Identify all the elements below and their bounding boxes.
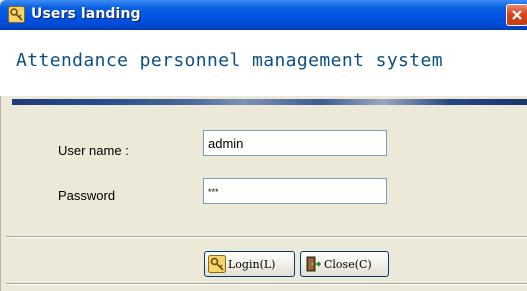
exit-door-icon: [306, 256, 322, 272]
login-window: Users landing Attendance personnel manag…: [0, 0, 527, 291]
username-input[interactable]: [203, 130, 387, 156]
login-button-label: Login(L): [228, 257, 276, 271]
login-button[interactable]: Login(L): [204, 251, 295, 277]
password-input[interactable]: [203, 178, 387, 204]
close-icon: [512, 10, 522, 20]
window-title: Users landing: [31, 6, 141, 22]
app-title: Attendance personnel management system: [16, 50, 444, 71]
key-icon: [208, 255, 226, 273]
username-label: User name :: [58, 143, 129, 158]
banner-stripe: [12, 99, 527, 105]
title-bar[interactable]: Users landing: [0, 0, 527, 30]
password-label: Password: [58, 188, 116, 203]
divider-top: [6, 236, 527, 238]
close-button-label: Close(C): [324, 257, 372, 271]
divider-bottom: [6, 283, 527, 285]
key-icon: [8, 6, 25, 23]
close-button[interactable]: Close(C): [300, 251, 389, 277]
banner: Attendance personnel management system: [0, 30, 527, 105]
window-close-button[interactable]: [506, 4, 527, 26]
window-border: [0, 96, 5, 291]
